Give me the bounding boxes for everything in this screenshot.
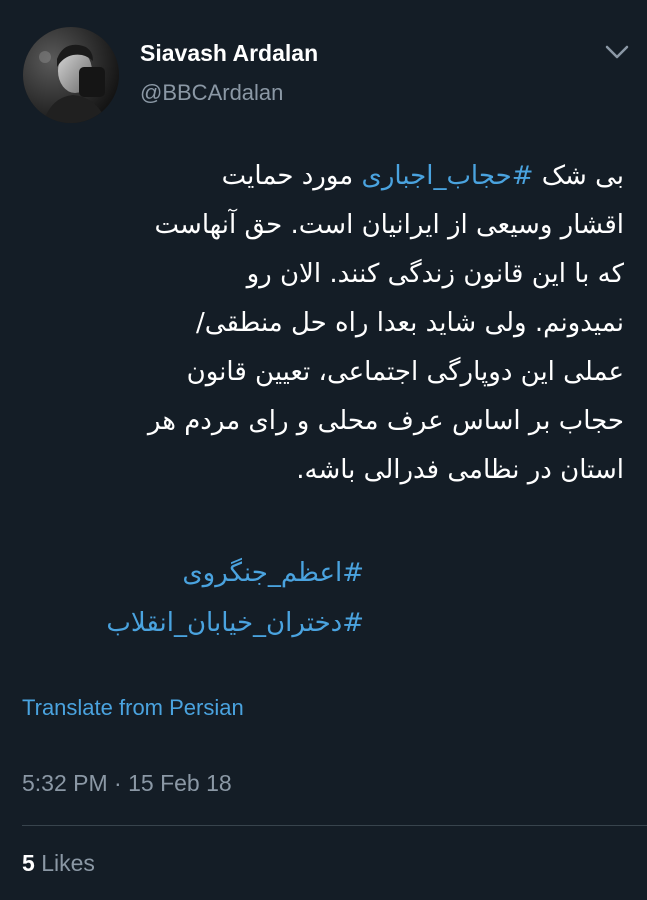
likes-label: Likes bbox=[41, 850, 95, 876]
likes-count: 5 bbox=[22, 850, 35, 876]
tweet-text: بی شک #حجاب_اجباری مورد حمایت اقشار وسیع… bbox=[20, 152, 624, 495]
tweet-line: حجاب بر اساس عرف محلی و رای مردم هر bbox=[147, 406, 624, 436]
likes-stat[interactable]: 5 Likes bbox=[22, 850, 95, 877]
tweet-line: اقشار وسیعی از ایرانیان است. حق آنهاست bbox=[154, 210, 624, 240]
hashtag-link[interactable]: #دختران_خیابان_انقلاب bbox=[20, 598, 364, 648]
tweet-line: استان در نظامی فدرالی باشه. bbox=[296, 455, 624, 485]
tweet-timestamp[interactable]: 5:32 PM · 15 Feb 18 bbox=[22, 770, 232, 797]
tweet-line: عملی این دوپارگی اجتماعی، تعیین قانون bbox=[186, 357, 624, 387]
tweet-line: نمیدونم. ولی شاید بعدا راه حل منطقی/ bbox=[196, 308, 624, 338]
divider bbox=[22, 825, 647, 826]
tweet-line: که با این قانون زندگی کنند. الان رو bbox=[246, 259, 624, 289]
hashtag-link[interactable]: #حجاب_اجباری bbox=[361, 161, 533, 191]
avatar[interactable] bbox=[23, 27, 119, 123]
hashtag-link[interactable]: #اعظم_جنگروی bbox=[20, 548, 364, 598]
tweet-line: بی شک #حجاب_اجباری مورد حمایت bbox=[221, 161, 624, 191]
author-name[interactable]: Siavash Ardalan bbox=[140, 40, 318, 67]
translate-link[interactable]: Translate from Persian bbox=[22, 695, 244, 721]
author-handle[interactable]: @BBCArdalan bbox=[140, 80, 283, 106]
chevron-down-icon[interactable] bbox=[604, 42, 630, 62]
hashtag-list: #اعظم_جنگروی #دختران_خیابان_انقلاب bbox=[20, 548, 364, 648]
